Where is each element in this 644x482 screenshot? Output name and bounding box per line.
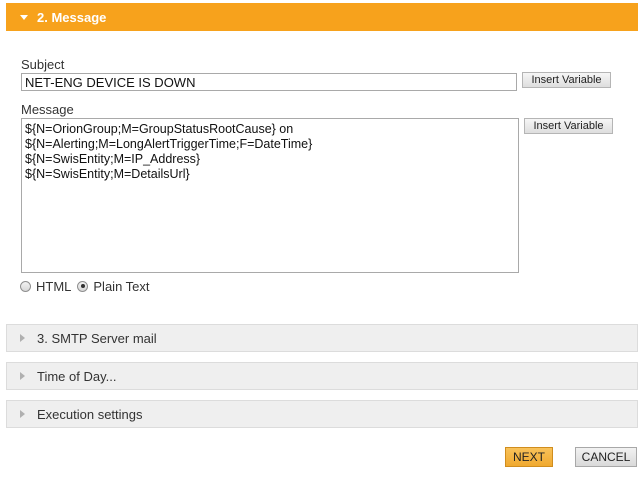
message-section-title: 2. Message bbox=[37, 9, 107, 25]
subject-label: Subject bbox=[21, 57, 65, 72]
message-textarea[interactable] bbox=[21, 118, 519, 273]
execution-settings-section-title: Execution settings bbox=[37, 406, 143, 422]
time-of-day-section-title: Time of Day... bbox=[37, 368, 117, 384]
cancel-button[interactable]: CANCEL bbox=[575, 447, 637, 467]
triangle-right-icon bbox=[20, 334, 25, 342]
execution-settings-section-header[interactable]: Execution settings bbox=[6, 400, 638, 428]
smtp-section-title: 3. SMTP Server mail bbox=[37, 330, 157, 346]
message-section-header[interactable]: 2. Message bbox=[6, 3, 638, 31]
plain-text-radio-label: Plain Text bbox=[93, 278, 150, 294]
next-button[interactable]: NEXT bbox=[505, 447, 553, 467]
message-label: Message bbox=[21, 102, 74, 117]
subject-input[interactable] bbox=[21, 73, 517, 91]
message-insert-variable-button[interactable]: Insert Variable bbox=[524, 118, 613, 134]
triangle-right-icon bbox=[20, 410, 25, 418]
triangle-down-icon bbox=[20, 14, 28, 20]
triangle-right-icon bbox=[20, 372, 25, 380]
subject-insert-variable-button[interactable]: Insert Variable bbox=[522, 72, 611, 88]
html-radio[interactable] bbox=[20, 280, 31, 292]
message-format-options: HTML Plain Text bbox=[20, 278, 150, 294]
time-of-day-section-header[interactable]: Time of Day... bbox=[6, 362, 638, 390]
smtp-section-header[interactable]: 3. SMTP Server mail bbox=[6, 324, 638, 352]
plain-text-radio[interactable] bbox=[77, 280, 89, 292]
html-radio-label: HTML bbox=[36, 278, 72, 294]
